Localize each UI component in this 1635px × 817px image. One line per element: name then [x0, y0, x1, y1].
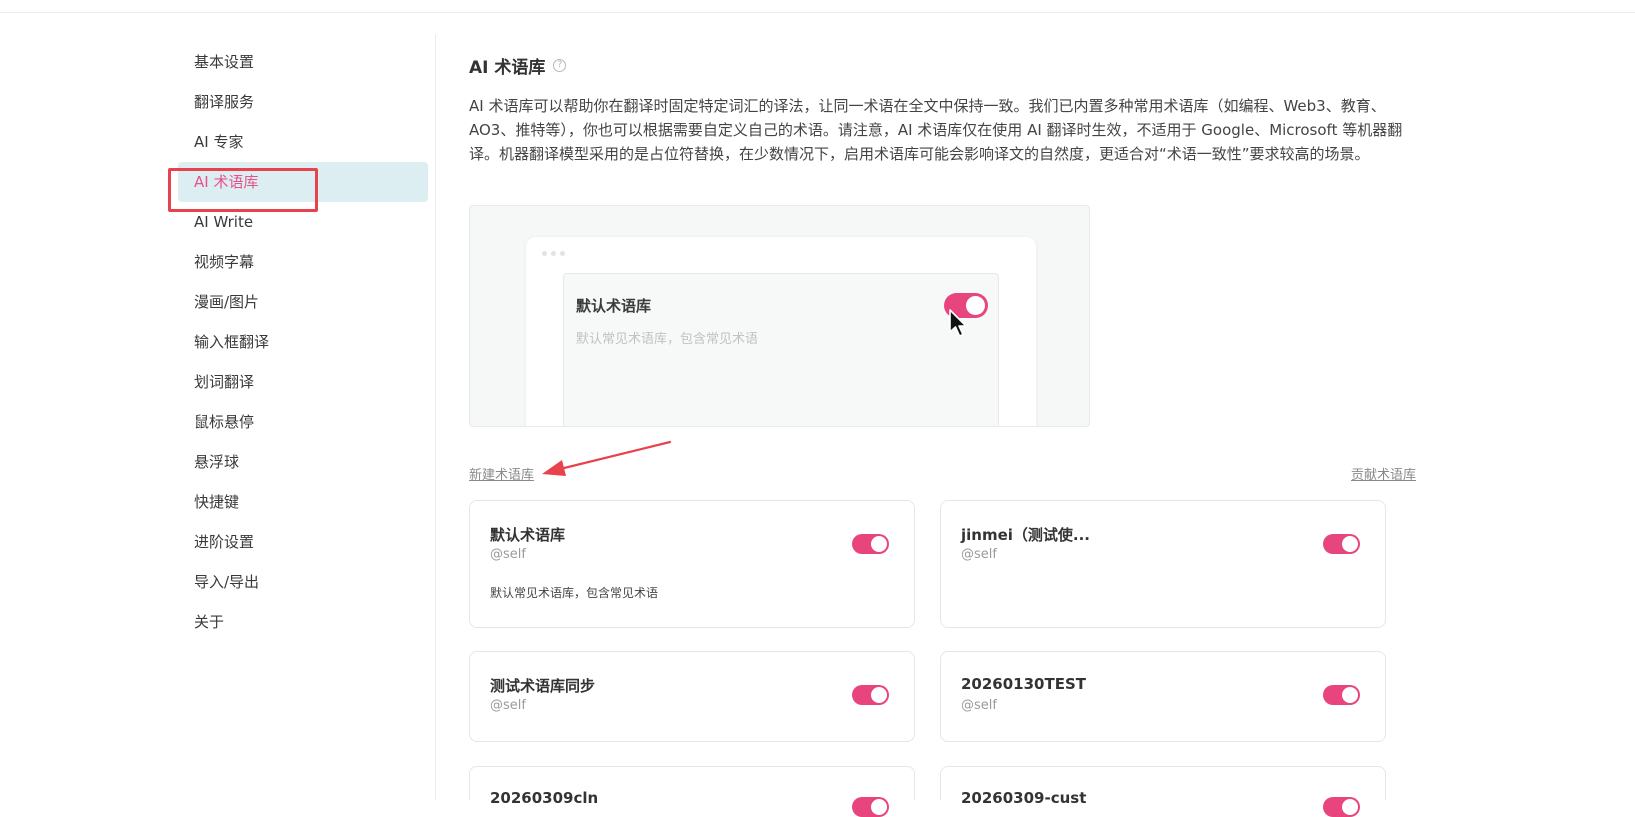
glossary-card[interactable]: 默认术语库 @self 默认常见术语库，包含常见术语: [469, 500, 915, 628]
sidebar-item-video-subtitles[interactable]: 视频字幕: [178, 242, 428, 282]
glossary-card[interactable]: 测试术语库同步 @self: [469, 651, 915, 742]
sidebar-item-floating-ball[interactable]: 悬浮球: [178, 442, 428, 482]
mouse-cursor-icon: [949, 309, 967, 337]
window-dots-icon: [542, 251, 565, 256]
glossary-card[interactable]: 20260309cln: [469, 766, 915, 817]
glossary-enable-toggle[interactable]: [852, 534, 889, 554]
preview-card-desc: 默认常见术语库，包含常见术语: [576, 332, 759, 347]
glossary-card-owner: @self: [961, 698, 997, 713]
glossary-card-name: 20260309-cust: [961, 789, 1087, 807]
new-glossary-link[interactable]: 新建术语库: [469, 464, 534, 483]
page-title: AI 术语库: [469, 57, 546, 78]
annotation-arrow-icon: [542, 440, 672, 476]
glossary-enable-toggle[interactable]: [1323, 534, 1360, 554]
sidebar-item-manga-images[interactable]: 漫画/图片: [178, 282, 428, 322]
sidebar-item-ai-glossary[interactable]: AI 术语库: [178, 162, 428, 202]
glossary-card-name: jinmei（测试使...: [961, 526, 1091, 544]
sidebar-item-selection-translation[interactable]: 划词翻译: [178, 362, 428, 402]
sidebar-item-shortcuts[interactable]: 快捷键: [178, 482, 428, 522]
sidebar-item-import-export[interactable]: 导入/导出: [178, 562, 428, 602]
glossary-card-owner: @self: [490, 547, 526, 562]
page-description: AI 术语库可以帮助你在翻译时固定特定词汇的译法，让同一术语在全文中保持一致。我…: [469, 97, 1403, 163]
settings-sidebar: 基本设置 翻译服务 AI 专家 AI 术语库 AI Write 视频字幕 漫画/…: [178, 42, 428, 642]
preview-card: 默认术语库 默认常见术语库，包含常见术语: [563, 273, 999, 426]
help-icon[interactable]: ?: [553, 58, 567, 72]
glossary-card[interactable]: 20260130TEST @self: [940, 651, 1386, 742]
glossary-enable-toggle[interactable]: [1323, 685, 1360, 705]
glossary-card-owner: @self: [961, 547, 997, 562]
sidebar-item-input-translation[interactable]: 输入框翻译: [178, 322, 428, 362]
glossary-card-name: 测试术语库同步: [490, 677, 596, 695]
sidebar-divider: [435, 34, 436, 800]
glossary-enable-toggle[interactable]: [852, 685, 889, 705]
preview-illustration: 默认术语库 默认常见术语库，包含常见术语: [469, 205, 1090, 427]
top-divider: [0, 12, 1635, 13]
sidebar-item-ai-write[interactable]: AI Write: [178, 202, 428, 242]
sidebar-item-translation-services[interactable]: 翻译服务: [178, 82, 428, 122]
glossary-card-name: 20260309cln: [490, 789, 599, 807]
glossary-card-desc: 默认常见术语库，包含常见术语: [490, 586, 659, 600]
main-content: AI 术语库 ? AI 术语库可以帮助你在翻译时固定特定词汇的译法，让同一术语在…: [469, 50, 1419, 166]
sidebar-item-ai-expert[interactable]: AI 专家: [178, 122, 428, 162]
glossary-card[interactable]: 20260309-cust: [940, 766, 1386, 817]
contribute-glossary-link[interactable]: 贡献术语库: [1351, 464, 1416, 483]
sidebar-item-advanced-settings[interactable]: 进阶设置: [178, 522, 428, 562]
glossary-enable-toggle[interactable]: [1323, 797, 1360, 817]
glossary-enable-toggle[interactable]: [852, 797, 889, 817]
glossary-card-name: 默认术语库: [490, 526, 566, 544]
sidebar-item-basic-settings[interactable]: 基本设置: [178, 42, 428, 82]
glossary-card[interactable]: jinmei（测试使... @self: [940, 500, 1386, 628]
sidebar-item-about[interactable]: 关于: [178, 602, 428, 642]
glossary-card-owner: @self: [490, 698, 526, 713]
sidebar-item-mouse-hover[interactable]: 鼠标悬停: [178, 402, 428, 442]
glossary-card-name: 20260130TEST: [961, 675, 1087, 693]
preview-card-title: 默认术语库: [576, 297, 652, 315]
title-row: AI 术语库 ?: [469, 50, 1419, 80]
